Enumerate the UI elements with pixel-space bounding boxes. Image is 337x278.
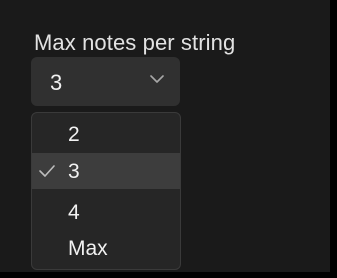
option-label: 4 [68, 201, 80, 224]
option-label: Max [68, 237, 108, 260]
settings-panel: Max notes per string 3 2 3 4 Max [0, 0, 330, 272]
max-notes-label: Max notes per string [34, 30, 236, 55]
option-label: 2 [68, 123, 80, 146]
option-label: 3 [68, 160, 80, 183]
checkmark-icon [39, 165, 55, 177]
option-2[interactable]: 2 [32, 116, 180, 152]
option-3[interactable]: 3 [32, 153, 180, 189]
select-current-value: 3 [50, 70, 63, 95]
option-max[interactable]: Max [32, 230, 180, 266]
chevron-down-icon [150, 75, 164, 83]
dropdown-menu: 2 3 4 Max [31, 112, 181, 270]
max-notes-select[interactable]: 3 [31, 57, 180, 106]
option-4[interactable]: 4 [32, 194, 180, 230]
